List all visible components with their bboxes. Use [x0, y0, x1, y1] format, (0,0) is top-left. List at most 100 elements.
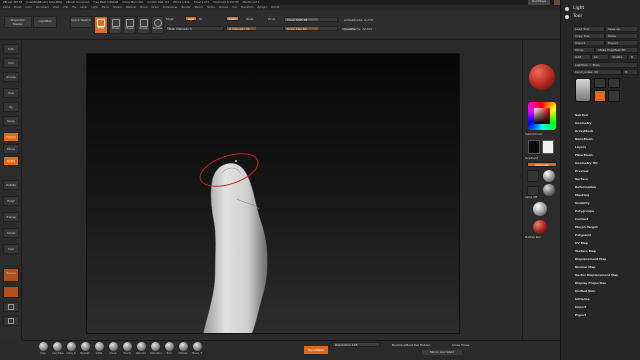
- switch-color-label[interactable]: SwitchColor: [525, 132, 543, 136]
- brush-inflat[interactable]: Inflat: [94, 342, 104, 355]
- zadd-toggle[interactable]: Zadd: [226, 16, 239, 21]
- tray-menu-masking[interactable]: Masking: [575, 193, 589, 197]
- tool-r-button[interactable]: R: [622, 69, 638, 75]
- tray-menu-export[interactable]: Export: [575, 313, 586, 317]
- matcap-thumb[interactable]: [533, 220, 547, 234]
- zsub-toggle[interactable]: Zsub: [246, 17, 253, 21]
- snap-button[interactable]: Snap: [3, 116, 19, 126]
- tray-menu-surface[interactable]: Surface: [575, 177, 588, 181]
- shelf-extra-button[interactable]: [3, 286, 19, 298]
- finger-mesh[interactable]: [203, 163, 268, 334]
- tool-thumb-2[interactable]: [594, 78, 606, 88]
- brush-alpha-thumb[interactable]: [527, 170, 539, 182]
- z-intensity-slider[interactable]: Z Intensity 51: [226, 26, 284, 31]
- current-tool-thumb[interactable]: [575, 78, 591, 102]
- menu-stroke[interactable]: Stroke: [207, 6, 215, 9]
- menu-draw[interactable]: Draw: [53, 6, 60, 9]
- tray-menu-initialize[interactable]: Initialize: [575, 297, 590, 301]
- alternate-button[interactable]: Alternate: [527, 162, 557, 167]
- copy-tool-button[interactable]: Copy Tool: [572, 33, 605, 39]
- dynamesh-button[interactable]: DynaMesh: [304, 346, 328, 354]
- del-hidden-button[interactable]: Del Hidden: [414, 343, 431, 347]
- menu-render[interactable]: Render: [182, 6, 191, 9]
- tray-menu-geometry[interactable]: Geometry: [575, 121, 592, 125]
- clone-button[interactable]: Clone: [572, 47, 596, 53]
- brush-trim[interactable]: Trim: [164, 342, 174, 355]
- tray-menu-fibermesh[interactable]: FiberMesh: [575, 153, 593, 157]
- tray-menu-import[interactable]: Import: [575, 305, 586, 309]
- sphere-material-thumb[interactable]: [533, 202, 547, 216]
- goz-button[interactable]: GoZ: [572, 54, 591, 60]
- menu-zscript[interactable]: Zscript: [271, 6, 280, 9]
- secondary-color-swatch[interactable]: [542, 140, 554, 154]
- shelf-icon-button-2[interactable]: [3, 316, 19, 326]
- save-as-button[interactable]: Save As: [605, 26, 638, 32]
- close-holes-button[interactable]: Close Holes: [452, 343, 469, 347]
- menu-preferences[interactable]: Preferences: [163, 6, 178, 9]
- draw-size-slider[interactable]: Draw Size 64: [284, 26, 338, 31]
- all-button[interactable]: All: [590, 54, 610, 60]
- texture-off-thumb[interactable]: [543, 184, 555, 196]
- quick-sketch-button[interactable]: Quick Sketch: [70, 16, 92, 28]
- brush-hpolish[interactable]: Hpolish: [80, 342, 90, 355]
- menu-brush[interactable]: Brush: [14, 6, 21, 9]
- tray-menu-polypaint[interactable]: Polypaint: [575, 233, 591, 237]
- load-tool-button[interactable]: Load Tool: [572, 26, 605, 32]
- tool-thumb-5[interactable]: [608, 90, 620, 102]
- brush-dam-s[interactable]: Dam_S: [66, 342, 76, 355]
- main-color-swatch[interactable]: [528, 140, 540, 154]
- menu-macro[interactable]: Macro: [102, 6, 110, 9]
- scale-button[interactable]: Scale: [137, 16, 150, 34]
- brush-move-t[interactable]: Move_T: [192, 342, 202, 355]
- rgb-toggle[interactable]: Rgb: [185, 16, 197, 21]
- tray-menu-layers[interactable]: Layers: [575, 145, 586, 149]
- gradient-label[interactable]: Gradient: [525, 156, 538, 160]
- tray-menu-morph-target[interactable]: Morph Target: [575, 225, 598, 229]
- menu-picker[interactable]: Picker: [151, 6, 158, 9]
- tray-menu-displacement-map[interactable]: Displacement Map: [575, 257, 606, 261]
- mrgb-toggle[interactable]: Mrgb: [166, 17, 174, 21]
- lightbox-tools-button[interactable]: Lightbox > Tools: [572, 62, 638, 68]
- brush-clay[interactable]: Clay: [38, 342, 48, 355]
- menu-texture[interactable]: Texture: [219, 6, 228, 9]
- color-picker[interactable]: [528, 102, 556, 130]
- tray-menu-contact[interactable]: Contact: [575, 217, 588, 221]
- tray-menu-uv-map[interactable]: UV Map: [575, 241, 588, 245]
- frame-button[interactable]: Frame: [3, 132, 19, 142]
- tray-menu-visibility[interactable]: Visibility: [575, 201, 590, 205]
- tool-thumb-4[interactable]: [594, 90, 606, 102]
- backface-mask-toggle[interactable]: BackfaceMask: [392, 343, 413, 347]
- light-palette-header[interactable]: Light: [561, 6, 640, 13]
- menu-layer[interactable]: Layer: [80, 6, 87, 9]
- move-view-button[interactable]: Move: [3, 144, 19, 154]
- resolution-slider[interactable]: Resolution 128: [332, 342, 380, 347]
- export-tool-button[interactable]: Export: [605, 40, 638, 46]
- m-toggle[interactable]: M: [199, 17, 202, 21]
- projection-master-button[interactable]: Projection Master: [4, 16, 32, 28]
- menu-color[interactable]: Color: [25, 6, 32, 9]
- menu-edit[interactable]: Edit: [63, 6, 68, 9]
- tray-menu-display-properties[interactable]: Display Properties: [575, 281, 606, 285]
- paste-tool-button[interactable]: Paste: [605, 33, 638, 39]
- menu-movie[interactable]: Movie: [140, 6, 147, 9]
- tray-menu-preview[interactable]: Preview: [575, 169, 589, 173]
- shade-button[interactable]: Shade: [3, 72, 19, 82]
- import-tool-button[interactable]: Import: [572, 40, 605, 46]
- polyf-button[interactable]: Polyf: [3, 196, 19, 206]
- lightbox-button[interactable]: LightBox: [33, 16, 57, 28]
- menu-alpha[interactable]: Alpha: [3, 6, 10, 9]
- ghost-button[interactable]: Ghost: [3, 228, 19, 238]
- menu-tool[interactable]: Tool: [232, 6, 237, 9]
- color-picker-square[interactable]: [534, 108, 550, 124]
- xpose-button[interactable]: Xpose: [3, 268, 19, 282]
- tray-menu-normal-map[interactable]: Normal Map: [575, 265, 595, 269]
- tray-menu-vector-displacement-map[interactable]: Vector Displacement Map: [575, 273, 618, 277]
- brush-pinch[interactable]: Pinch: [122, 342, 132, 355]
- tray-menu-deformation[interactable]: Deformation: [575, 185, 596, 189]
- rotate-view-button[interactable]: Rotate: [3, 180, 19, 190]
- draw-button[interactable]: Draw: [109, 16, 122, 34]
- edit-button[interactable]: Edit: [94, 16, 108, 34]
- menu-material[interactable]: Material: [126, 6, 136, 9]
- transp-button[interactable]: Transp: [3, 212, 19, 222]
- tray-menu-nanomesh[interactable]: NanoMesh: [575, 137, 593, 141]
